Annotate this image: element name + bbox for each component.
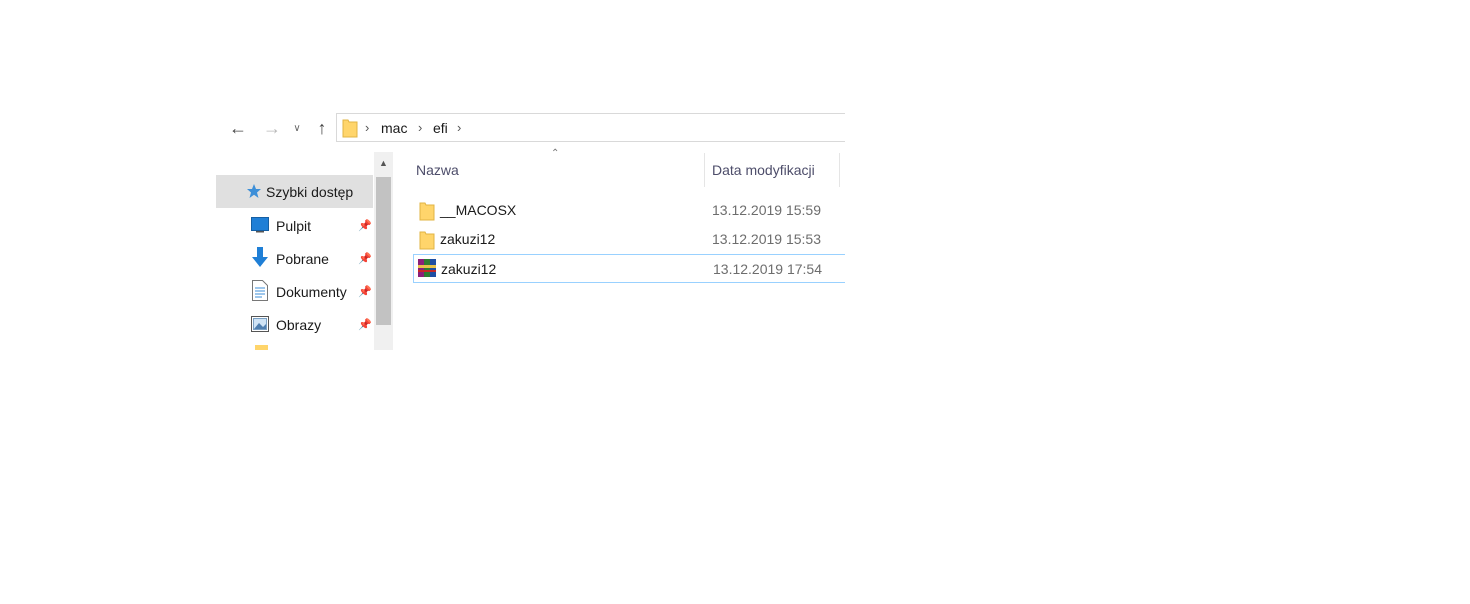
folder-icon bbox=[255, 345, 268, 350]
breadcrumb-mac[interactable]: mac bbox=[381, 120, 407, 136]
column-header-name[interactable]: Nazwa bbox=[416, 162, 459, 178]
column-divider[interactable] bbox=[839, 153, 840, 187]
sidebar-item-pictures[interactable]: Obrazy 📌 bbox=[216, 308, 373, 341]
sidebar-scrollbar[interactable]: ▲ bbox=[374, 152, 393, 350]
file-date-modified: 13.12.2019 15:53 bbox=[712, 231, 821, 247]
sort-ascending-icon: ⌃ bbox=[551, 148, 560, 159]
file-name: __MACOSX bbox=[440, 202, 517, 218]
sidebar-item-quick-access[interactable]: Szybki dostęp bbox=[216, 175, 373, 208]
desktop-icon bbox=[251, 217, 269, 233]
download-arrow-icon bbox=[252, 247, 268, 267]
pin-icon[interactable]: 📌 bbox=[358, 219, 372, 232]
file-row[interactable]: zakuzi12 13.12.2019 15:53 bbox=[413, 225, 845, 254]
sidebar-item-documents[interactable]: Dokumenty 📌 bbox=[216, 275, 373, 308]
forward-button[interactable]: → bbox=[260, 116, 284, 140]
sidebar-item-label: Pulpit bbox=[276, 217, 312, 234]
winrar-archive-icon bbox=[418, 259, 436, 277]
picture-icon bbox=[251, 316, 269, 332]
folder-icon bbox=[342, 119, 358, 138]
sidebar-item-label: Dokumenty bbox=[276, 283, 347, 300]
scrollbar-thumb[interactable] bbox=[376, 177, 391, 325]
sidebar-item-label: Obrazy bbox=[276, 316, 322, 333]
pin-icon[interactable]: 📌 bbox=[358, 318, 372, 331]
file-name: zakuzi12 bbox=[441, 261, 497, 277]
recent-locations-button[interactable]: ∨ bbox=[289, 116, 305, 140]
file-date-modified: 13.12.2019 15:59 bbox=[712, 202, 821, 218]
arrow-right-icon: → bbox=[263, 117, 281, 138]
sidebar-item-desktop[interactable]: Pulpit 📌 bbox=[216, 209, 373, 242]
address-bar[interactable]: › mac › efi › bbox=[336, 113, 845, 142]
file-date-modified: 13.12.2019 17:54 bbox=[713, 261, 822, 277]
breadcrumb-separator[interactable]: › bbox=[365, 120, 369, 135]
file-row[interactable]: __MACOSX 13.12.2019 15:59 bbox=[413, 196, 845, 225]
column-header-date-modified[interactable]: Data modyfikacji bbox=[712, 162, 815, 178]
scroll-up-button[interactable]: ▲ bbox=[374, 152, 393, 174]
sidebar-item-label: Pobrane bbox=[276, 250, 329, 267]
chevron-down-icon: ∨ bbox=[293, 122, 301, 134]
column-divider[interactable] bbox=[704, 153, 705, 187]
folder-icon bbox=[419, 231, 435, 250]
file-row[interactable]: zakuzi12 13.12.2019 17:54 bbox=[413, 254, 845, 283]
back-button[interactable]: ← bbox=[226, 116, 250, 140]
star-icon bbox=[247, 184, 261, 198]
pin-icon[interactable]: 📌 bbox=[358, 285, 372, 298]
breadcrumb-efi[interactable]: efi bbox=[433, 120, 448, 136]
arrow-left-icon: ← bbox=[229, 117, 247, 138]
document-icon bbox=[252, 280, 268, 301]
sidebar-item-downloads[interactable]: Pobrane 📌 bbox=[216, 242, 373, 275]
breadcrumb-separator[interactable]: › bbox=[457, 120, 461, 135]
up-button[interactable]: ↑ bbox=[311, 116, 333, 140]
pin-icon[interactable]: 📌 bbox=[358, 252, 372, 265]
sidebar-item-label: Szybki dostęp bbox=[266, 183, 354, 200]
breadcrumb-separator[interactable]: › bbox=[418, 120, 422, 135]
arrow-up-icon: ↑ bbox=[317, 117, 327, 138]
file-name: zakuzi12 bbox=[440, 231, 496, 247]
caret-up-icon: ▲ bbox=[379, 158, 388, 168]
folder-icon bbox=[419, 202, 435, 221]
